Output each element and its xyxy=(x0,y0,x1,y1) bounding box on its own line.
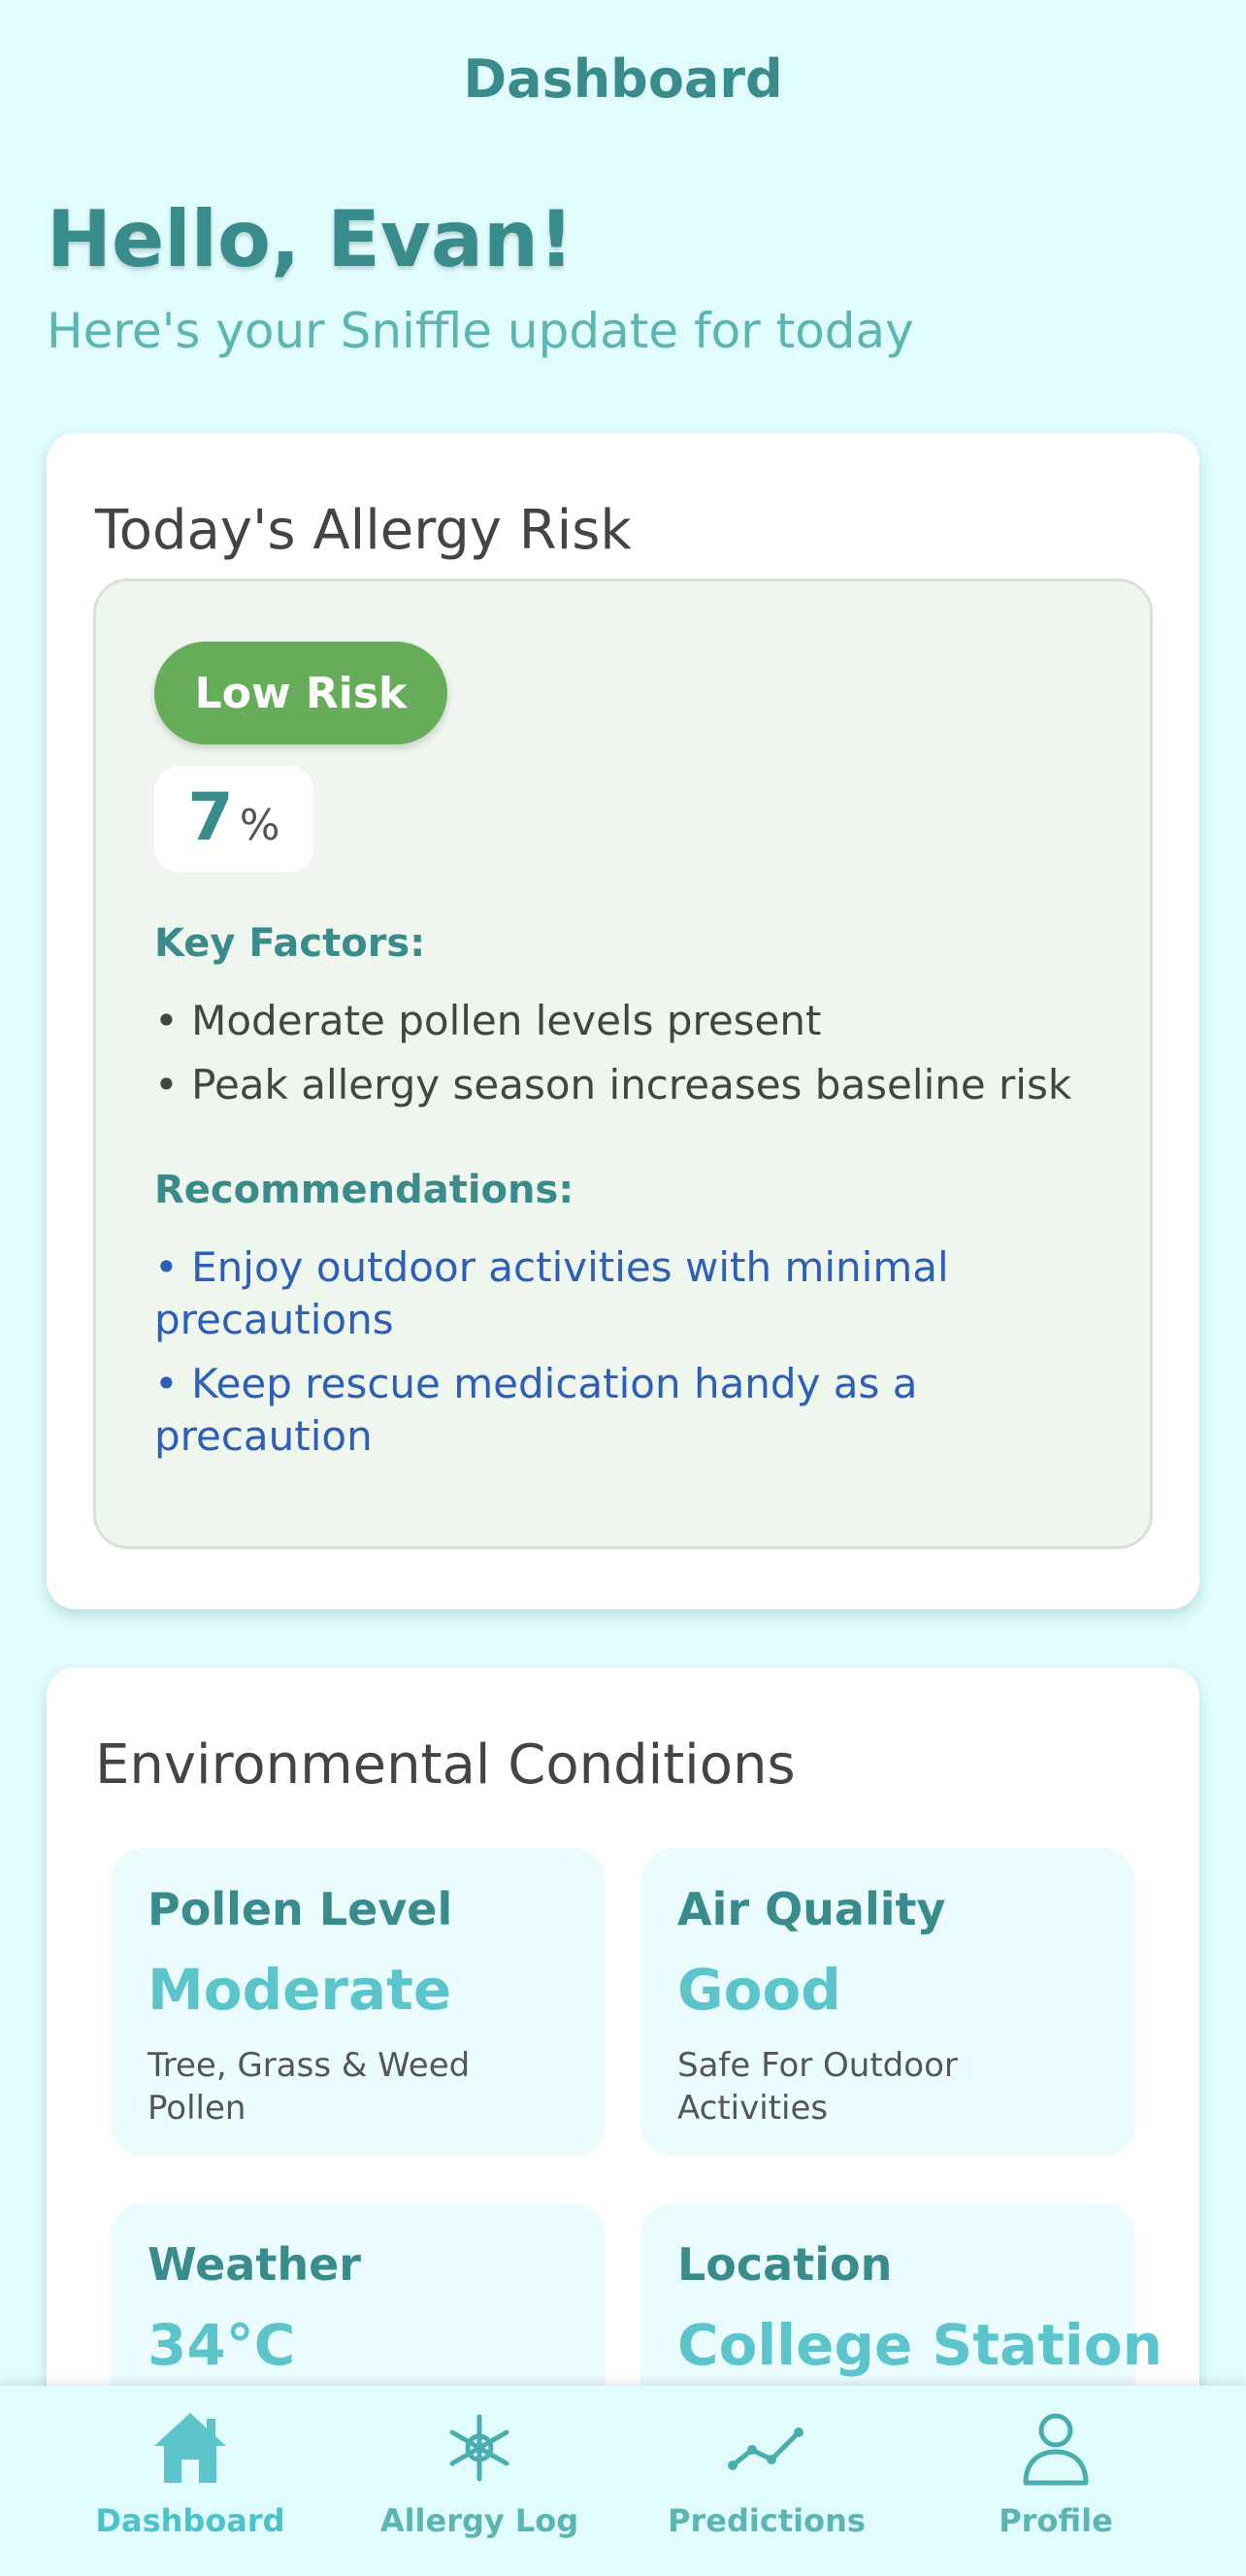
nav-item-predictions[interactable]: Predictions xyxy=(623,2407,910,2562)
pollen-level-tile: Pollen Level Moderate Tree, Grass & Weed… xyxy=(111,1848,606,2157)
tile-description: Safe For Outdoor Activities xyxy=(677,2046,958,2128)
nav-label: Allergy Log xyxy=(379,2502,579,2539)
greeting-title: Hello, Evan! xyxy=(47,194,574,284)
risk-percentage-value: 7 xyxy=(187,779,234,856)
risk-percentage-unit: % xyxy=(239,801,280,850)
nav-item-dashboard[interactable]: Dashboard xyxy=(47,2407,334,2562)
risk-level-badge: Low Risk xyxy=(154,642,447,744)
tile-value: Good xyxy=(677,1957,841,2023)
nav-label: Dashboard xyxy=(95,2502,285,2539)
nav-label: Profile xyxy=(999,2502,1113,2539)
allergy-risk-title: Today's Allergy Risk xyxy=(95,499,632,562)
tile-label: Weather xyxy=(148,2238,361,2291)
nav-label: Predictions xyxy=(668,2502,866,2539)
risk-percentage: 7 % xyxy=(154,766,313,873)
tile-label: Air Quality xyxy=(677,1883,946,1935)
air-quality-tile: Air Quality Good Safe For Outdoor Activi… xyxy=(640,1848,1135,2157)
tile-value: Moderate xyxy=(148,1957,452,2023)
allergy-risk-card: Today's Allergy Risk Low Risk 7 % Key Fa… xyxy=(47,433,1199,1609)
recommendation-item: • Keep rescue medication handy as a prec… xyxy=(154,1360,918,1460)
asterisk-icon xyxy=(449,2414,509,2482)
tile-label: Location xyxy=(677,2238,893,2291)
tile-label: Pollen Level xyxy=(148,1883,453,1935)
tile-value: College Station xyxy=(677,2312,1163,2378)
greeting-subtitle: Here's your Sniffle update for today xyxy=(47,303,914,359)
dashboard-screen: Dashboard Hello, Evan! Here's your Sniff… xyxy=(0,0,1246,2576)
nav-item-allergy-log[interactable]: Allergy Log xyxy=(336,2407,623,2562)
key-factor-item: • Peak allergy season increases baseline… xyxy=(154,1061,1072,1108)
recommendation-item: • Enjoy outdoor activities with minimal … xyxy=(154,1243,949,1343)
tile-value: 34°C xyxy=(148,2312,296,2378)
tile-description: Tree, Grass & Weed Pollen xyxy=(148,2046,471,2128)
environmental-conditions-title: Environmental Conditions xyxy=(95,1734,796,1797)
header-title: Dashboard xyxy=(463,49,783,110)
key-factors-label: Key Factors: xyxy=(154,921,426,966)
key-factor-item: • Moderate pollen levels present xyxy=(154,997,822,1044)
home-icon xyxy=(154,2413,226,2483)
bottom-navigation: Dashboard Allergy Log Predictions Profil… xyxy=(0,2386,1246,2576)
trend-line-icon xyxy=(728,2427,803,2470)
risk-details-box: Low Risk 7 % Key Factors: • Moderate pol… xyxy=(93,578,1153,1549)
user-icon xyxy=(1023,2413,1089,2486)
recommendations-label: Recommendations: xyxy=(154,1168,574,1212)
nav-item-profile[interactable]: Profile xyxy=(912,2407,1199,2562)
